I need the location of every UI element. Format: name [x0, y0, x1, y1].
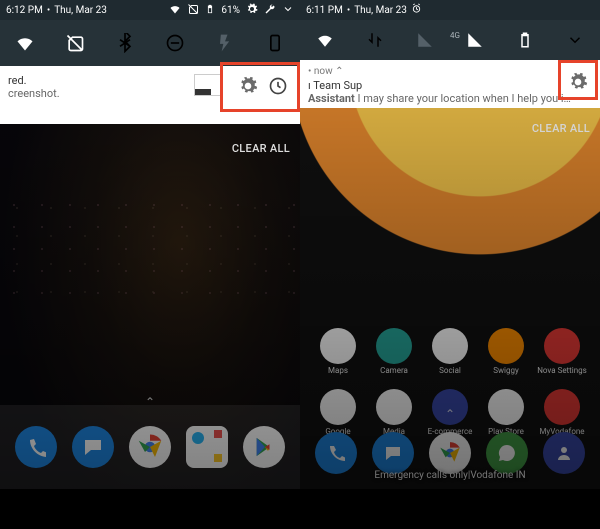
right-phone: 6:11 PM • Thu, Mar 23 4G • now ⌃ ı Team … [300, 0, 600, 529]
screenshot-thumbnail[interactable] [194, 74, 222, 96]
app-label: MyVodafone [539, 427, 584, 436]
clear-all-button[interactable]: CLEAR ALL [232, 142, 290, 155]
app-camera-icon[interactable]: Camera [368, 328, 420, 375]
app-playstore-icon[interactable]: Play Store [480, 389, 532, 436]
qs-sim[interactable] [64, 32, 86, 54]
app-drawer-handle[interactable]: ⌃ [445, 407, 455, 421]
battery-pct: 61% [221, 5, 240, 16]
wrench-icon[interactable] [264, 3, 276, 18]
app-label: Camera [380, 366, 408, 375]
chrome-icon[interactable] [429, 432, 471, 474]
contacts-icon[interactable] [543, 432, 585, 474]
app-google-folder[interactable]: Google [312, 389, 364, 436]
status-time: 6:12 PM [6, 5, 43, 16]
status-date: Thu, Mar 23 [54, 5, 107, 16]
nosim-icon [187, 3, 199, 18]
nav-back[interactable] [362, 498, 380, 520]
notif-settings-icon[interactable] [568, 72, 588, 95]
app-label: Nova Settings [537, 366, 587, 375]
ecommerce-folder[interactable] [432, 389, 468, 425]
notification-card[interactable]: red. creenshot. [0, 66, 300, 124]
clear-all-button[interactable]: CLEAR ALL [532, 122, 590, 135]
qs-wifi[interactable] [314, 29, 336, 51]
notif-meta: • now ⌃ [308, 66, 592, 77]
dock: ⌃ [0, 411, 300, 483]
nav-recent[interactable] [521, 498, 539, 520]
google-folder[interactable] [320, 389, 356, 425]
status-bar: 6:11 PM • Thu, Mar 23 [300, 0, 600, 20]
nav-home[interactable] [441, 498, 459, 520]
nav-home[interactable] [141, 498, 159, 520]
camera-icon[interactable] [376, 328, 412, 364]
quick-settings [0, 20, 300, 66]
app-myvodafone-icon[interactable]: MyVodafone [536, 389, 588, 436]
nova-settings-icon[interactable] [544, 328, 580, 364]
left-phone: 6:12 PM • Thu, Mar 23 61% red. creenshot… [0, 0, 300, 529]
navigation-bar [0, 489, 300, 529]
qs-battery[interactable] [514, 29, 536, 51]
notif-snooze-icon[interactable] [268, 76, 288, 99]
app-social-folder[interactable]: Social [424, 328, 476, 375]
qs-signal-4g[interactable]: 4G [464, 29, 486, 51]
qs-dnd[interactable] [164, 32, 186, 54]
app-label: Media [383, 427, 405, 436]
app-ecommerce-folder[interactable]: E-commerce [424, 389, 476, 436]
app-drawer-handle[interactable]: ⌃ [145, 395, 155, 409]
app-label: Social [439, 366, 461, 375]
qs-wifi[interactable] [14, 32, 36, 54]
qs-signal-1[interactable] [414, 29, 436, 51]
messages-icon[interactable] [372, 432, 414, 474]
navigation-bar [300, 489, 600, 529]
battery-icon [205, 3, 215, 18]
notif-title: ı Team Sup [308, 79, 592, 92]
qs-rotation[interactable] [264, 32, 286, 54]
notif-settings-icon[interactable] [238, 76, 258, 99]
nav-recent[interactable] [221, 498, 239, 520]
app-media-folder[interactable]: Media [368, 389, 420, 436]
app-label: Swiggy [493, 366, 518, 375]
status-time: 6:11 PM [306, 5, 343, 16]
playstore-icon[interactable] [488, 389, 524, 425]
settings-icon[interactable] [246, 3, 258, 18]
notification-card[interactable]: • now ⌃ ı Team Sup Assistant I may share… [300, 60, 600, 108]
chrome-icon[interactable] [129, 426, 171, 468]
qs-bluetooth[interactable] [114, 32, 136, 54]
messages-icon[interactable] [72, 426, 114, 468]
status-date: Thu, Mar 23 [354, 5, 407, 16]
app-grid: Maps Camera Social Swiggy Nova Settings Googl… [310, 328, 590, 436]
nav-back[interactable] [62, 498, 80, 520]
phone-icon[interactable] [315, 432, 357, 474]
social-folder[interactable] [432, 328, 468, 364]
qs-data-arrows[interactable] [364, 29, 386, 51]
app-maps-icon[interactable]: Maps [312, 328, 364, 375]
notif-body: Assistant I may share your location when… [308, 92, 592, 105]
camera-icon[interactable] [186, 426, 228, 468]
wifi-icon [169, 3, 181, 18]
whatsapp-icon[interactable] [486, 432, 528, 474]
qs-flashlight[interactable] [214, 32, 236, 54]
qs-expand[interactable] [564, 29, 586, 51]
dock: ⌃ [300, 423, 600, 483]
playstore-icon[interactable] [243, 426, 285, 468]
app-swiggy-icon[interactable]: Swiggy [480, 328, 532, 375]
phone-icon[interactable] [15, 426, 57, 468]
quick-settings: 4G [300, 20, 600, 60]
network-status-text: Emergency calls only|Vodafone IN [300, 470, 600, 481]
wallpaper-dimmed: CLEAR ALL Maps Camera Social Swiggy Nova Set… [300, 108, 600, 529]
app-label: Play Store [488, 427, 524, 436]
alarm-icon [411, 3, 422, 17]
app-label: Maps [328, 366, 348, 375]
myvodafone-icon[interactable] [544, 389, 580, 425]
app-label: E-commerce [428, 427, 473, 436]
expand-icon[interactable] [282, 3, 294, 18]
media-folder[interactable] [376, 389, 412, 425]
wallpaper-dimmed: CLEAR ALL ⌃ [0, 124, 300, 529]
status-bar: 6:12 PM • Thu, Mar 23 61% [0, 0, 300, 20]
swiggy-icon[interactable] [488, 328, 524, 364]
app-nova-settings-icon[interactable]: Nova Settings [536, 328, 588, 375]
app-label: Google [325, 427, 350, 436]
maps-icon[interactable] [320, 328, 356, 364]
